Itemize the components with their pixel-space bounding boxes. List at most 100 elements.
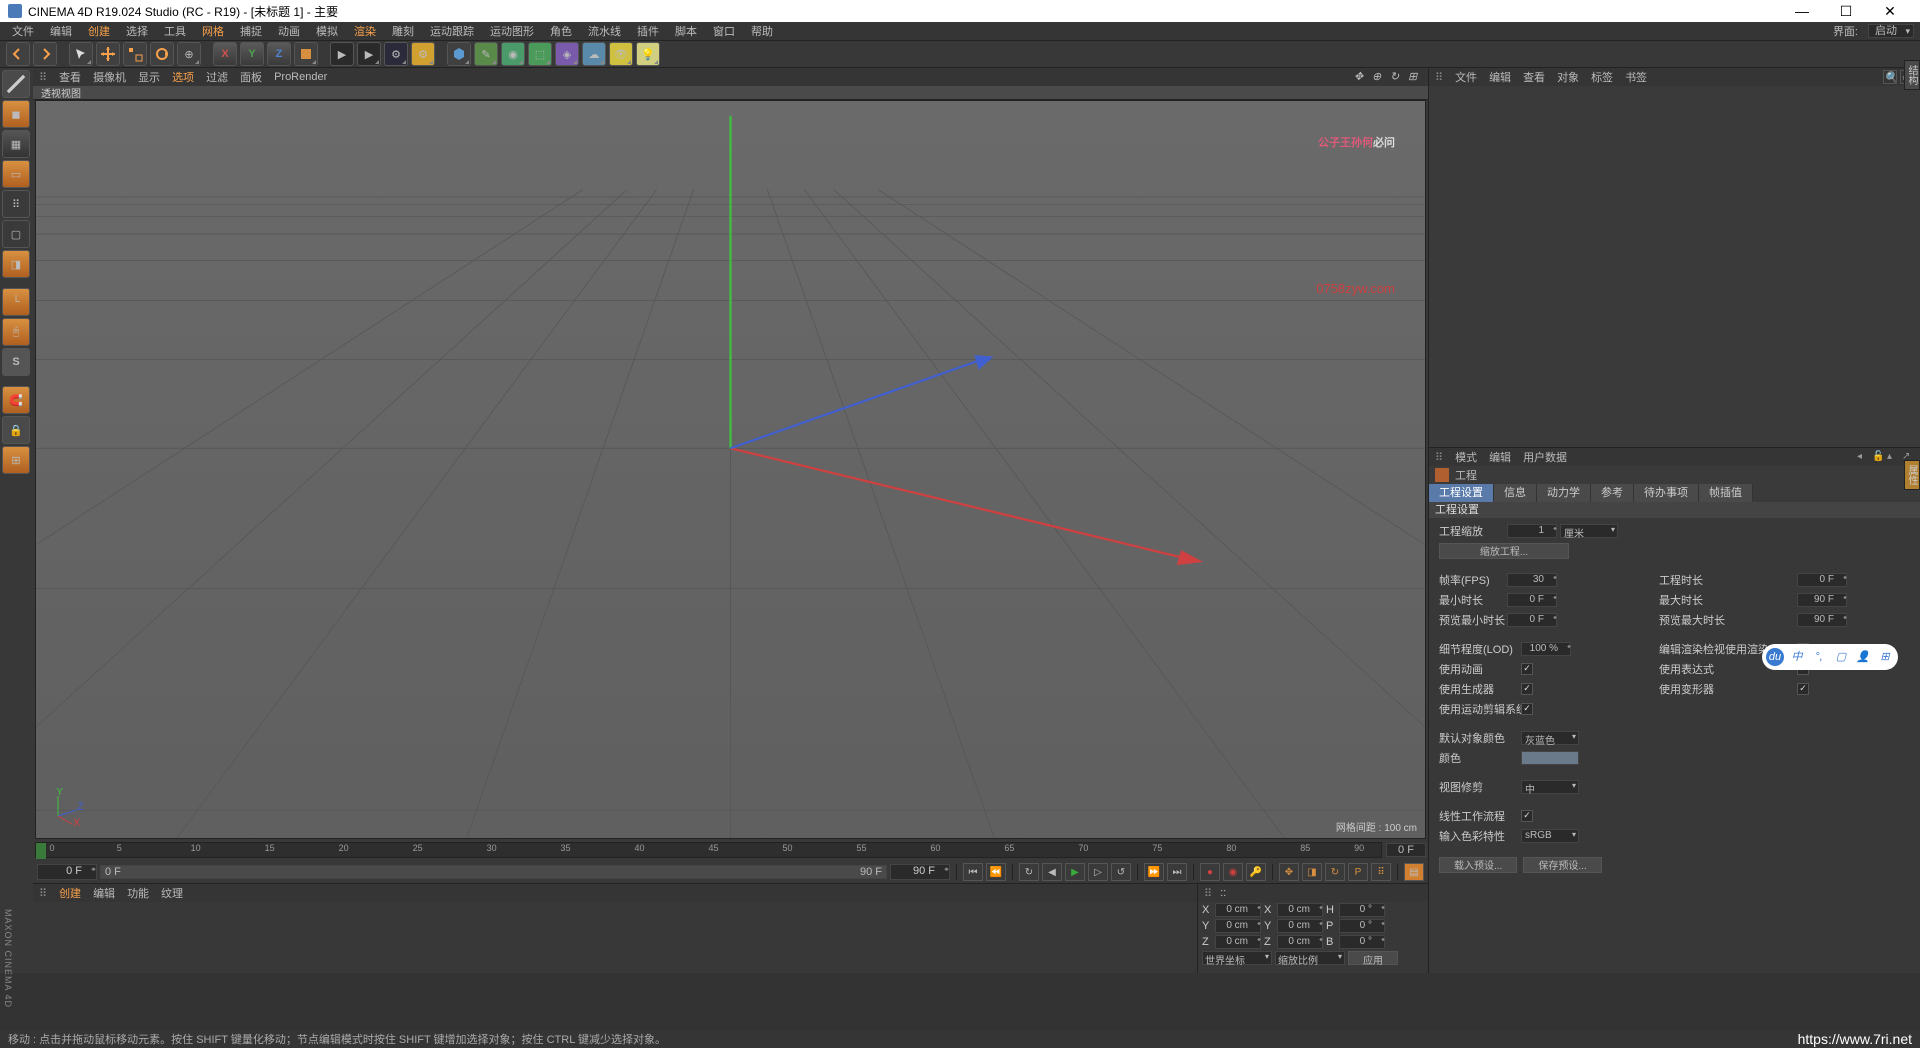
select-tool[interactable] (69, 42, 93, 66)
float-baidu-icon[interactable]: du (1766, 648, 1784, 666)
duration-field[interactable]: 0 F (1797, 573, 1847, 587)
lock-tool[interactable]: 🔒 (2, 416, 30, 444)
om-object[interactable]: 对象 (1557, 69, 1579, 85)
menu-file[interactable]: 文件 (6, 23, 40, 39)
menu-sculpt[interactable]: 雕刻 (386, 23, 420, 39)
render-pv[interactable]: ▶ (357, 42, 381, 66)
nav-back-icon[interactable]: ◂ (1857, 451, 1869, 463)
goto-end[interactable]: ⏭ (1167, 863, 1187, 881)
tab-info[interactable]: 信息 (1494, 484, 1537, 502)
snap-toggle[interactable]: S (2, 348, 30, 376)
coord-system[interactable] (294, 42, 318, 66)
layout-combo[interactable]: 启动 (1868, 24, 1914, 38)
pos-x[interactable]: 0 cm (1215, 903, 1261, 917)
key-scale[interactable]: ◨ (1302, 863, 1322, 881)
om-tags[interactable]: 标签 (1591, 69, 1613, 85)
vmenu-display[interactable]: 显示 (138, 69, 160, 85)
clip-combo[interactable]: 中 (1521, 780, 1579, 794)
render-view[interactable]: ▶ (330, 42, 354, 66)
magnet-tool[interactable]: 🧲 (2, 386, 30, 414)
add-nurbs[interactable]: ◉ (501, 42, 525, 66)
om-search-icon[interactable]: 🔍 (1883, 70, 1897, 84)
rotate-tool[interactable] (150, 42, 174, 66)
edge-mode[interactable]: ▢ (2, 220, 30, 248)
maximize-button[interactable]: ☐ (1824, 0, 1868, 22)
next-frame[interactable]: ▷ (1088, 863, 1108, 881)
loop-button[interactable]: ↻ (1019, 863, 1039, 881)
point-mode[interactable]: ⠿ (2, 190, 30, 218)
float-user-icon[interactable]: 👤 (1854, 648, 1872, 666)
mesh-tool[interactable]: ⊞ (2, 446, 30, 474)
render-queue[interactable]: ⚙ (411, 42, 435, 66)
menu-mograph[interactable]: 运动图形 (484, 23, 540, 39)
loop2-button[interactable]: ↺ (1111, 863, 1131, 881)
tab-todo[interactable]: 待办事项 (1634, 484, 1699, 502)
mat-tex[interactable]: 纹理 (161, 885, 183, 901)
scale-field[interactable]: 1 (1507, 524, 1557, 538)
key-pos[interactable]: ✥ (1279, 863, 1299, 881)
pmin-field[interactable]: 0 F (1507, 613, 1557, 627)
timeline-ruler[interactable]: 051015202530354045505560657075808590 0 F (35, 841, 1426, 859)
pos-z[interactable]: 0 cm (1215, 935, 1261, 949)
scale-unit[interactable]: 厘米 (1560, 524, 1618, 538)
pmax-field[interactable]: 90 F (1797, 613, 1847, 627)
nav-rotate-icon[interactable]: ↻ (1390, 70, 1404, 84)
tab-dynamics[interactable]: 动力学 (1537, 484, 1591, 502)
menu-sim[interactable]: 模拟 (310, 23, 344, 39)
move-tool[interactable] (96, 42, 120, 66)
defcolor-combo[interactable]: 灰蓝色 (1521, 731, 1579, 745)
close-button[interactable]: ✕ (1868, 0, 1912, 22)
rot-b[interactable]: 0 ° (1339, 935, 1385, 949)
make-editable[interactable] (2, 70, 30, 98)
start-frame[interactable]: 0 F (37, 864, 97, 880)
tab-ref[interactable]: 参考 (1591, 484, 1634, 502)
tweak-tool[interactable]: 🖰 (2, 318, 30, 346)
fps-field[interactable]: 30 (1507, 573, 1557, 587)
size-y[interactable]: 0 cm (1277, 919, 1323, 933)
am-edit[interactable]: 编辑 (1489, 449, 1511, 465)
menu-create[interactable]: 创建 (82, 23, 116, 39)
viewport-3d[interactable]: 公子王孙何必问 0758zyw.com 网格间距 : 100 cm Y Z X (35, 100, 1426, 839)
def-check[interactable]: ✓ (1797, 683, 1809, 695)
add-env[interactable]: ☁ (582, 42, 606, 66)
viewport-tab[interactable]: 透视视图 (33, 86, 1428, 100)
om-edit[interactable]: 编辑 (1489, 69, 1511, 85)
right-tab-1[interactable]: 结构 (1904, 60, 1920, 90)
keyopt-button[interactable]: 🔑 (1246, 863, 1266, 881)
end-frame[interactable]: 90 F (890, 864, 950, 880)
goto-next-key[interactable]: ⏩ (1144, 863, 1164, 881)
rot-h[interactable]: 0 ° (1339, 903, 1385, 917)
lod-field[interactable]: 100 % (1521, 642, 1571, 656)
am-userdata[interactable]: 用户数据 (1523, 449, 1567, 465)
am-mode[interactable]: 模式 (1455, 449, 1477, 465)
render-settings[interactable]: ⚙ (384, 42, 408, 66)
menu-plugins[interactable]: 插件 (631, 23, 665, 39)
menu-track[interactable]: 运动跟踪 (424, 23, 480, 39)
pos-y[interactable]: 0 cm (1215, 919, 1261, 933)
menu-window[interactable]: 窗口 (707, 23, 741, 39)
vmenu-view[interactable]: 查看 (59, 69, 81, 85)
gen-check[interactable]: ✓ (1521, 683, 1533, 695)
float-symbol-icon[interactable]: °, (1810, 648, 1828, 666)
menu-script[interactable]: 脚本 (669, 23, 703, 39)
om-bookmarks[interactable]: 书签 (1625, 69, 1647, 85)
undo-button[interactable] (6, 42, 30, 66)
tab-project[interactable]: 工程设置 (1429, 484, 1494, 502)
float-screen-icon[interactable]: ▢ (1832, 648, 1850, 666)
menu-mesh[interactable]: 网格 (196, 23, 230, 39)
vmenu-camera[interactable]: 摄像机 (93, 69, 126, 85)
range-slider[interactable]: 0 F90 F (100, 865, 887, 879)
add-cube[interactable] (447, 42, 471, 66)
y-axis-toggle[interactable]: Y (240, 42, 264, 66)
color-swatch[interactable] (1521, 751, 1579, 765)
scale-tool[interactable] (123, 42, 147, 66)
recent-tool[interactable]: ⊕ (177, 42, 201, 66)
key-param[interactable]: P (1348, 863, 1368, 881)
menu-tools[interactable]: 工具 (158, 23, 192, 39)
mat-create[interactable]: 创建 (59, 885, 81, 901)
mclip-check[interactable]: ✓ (1521, 703, 1533, 715)
add-generator[interactable]: ⬚ (528, 42, 552, 66)
save-preset-button[interactable]: 保存预设... (1523, 857, 1601, 873)
key-pla[interactable]: ⠿ (1371, 863, 1391, 881)
nav-move-icon[interactable]: ✥ (1354, 70, 1368, 84)
